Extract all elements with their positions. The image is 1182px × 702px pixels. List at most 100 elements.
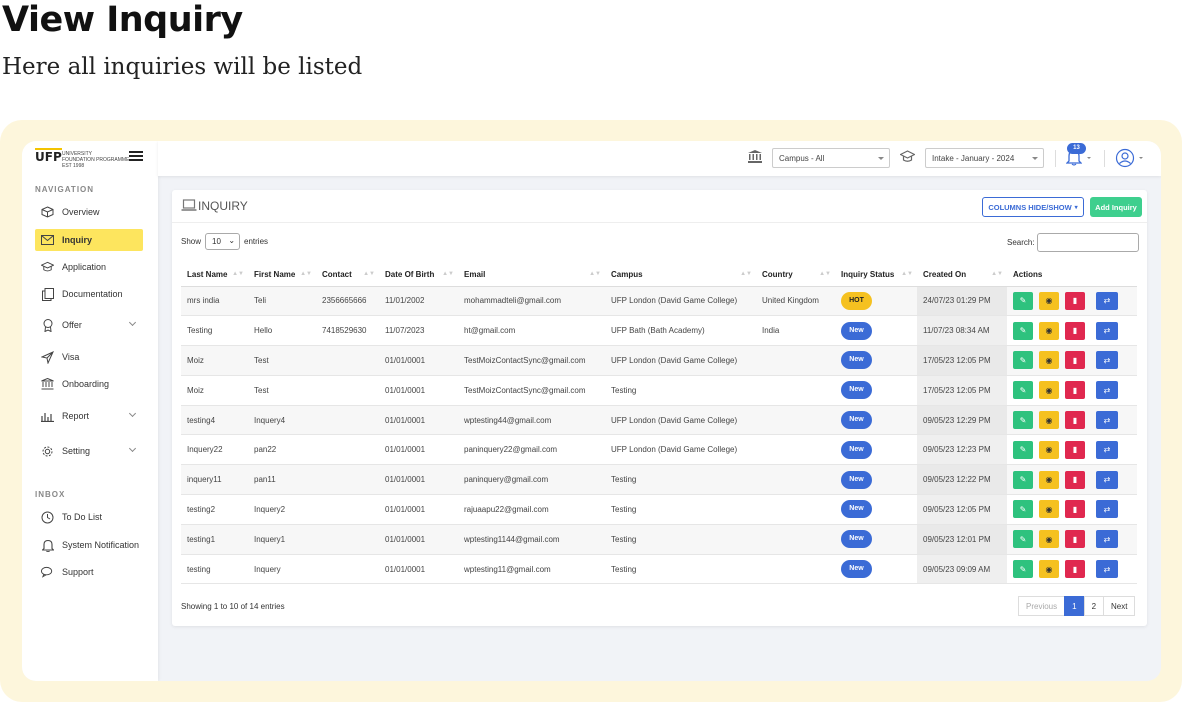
view-button[interactable]: ◉ xyxy=(1039,530,1059,549)
cell-created: 17/05/23 12:05 PM xyxy=(917,375,1007,406)
logo-mark: UFP xyxy=(35,148,62,164)
sidebar-item-label: Application xyxy=(62,262,107,272)
page-2-button[interactable]: 2 xyxy=(1083,596,1105,616)
edit-button[interactable]: ✎ xyxy=(1013,530,1033,549)
delete-button[interactable]: ▮ xyxy=(1065,470,1085,489)
transfer-button[interactable]: ⇄ xyxy=(1096,560,1118,579)
edit-button[interactable]: ✎ xyxy=(1013,500,1033,519)
transfer-button[interactable]: ⇄ xyxy=(1096,321,1118,340)
sidebar-item-label: Setting xyxy=(62,446,91,456)
cell-actions: ✎ ◉ ▮ ⇄ xyxy=(1007,345,1137,376)
sidebar-item-documentation[interactable]: Documentation xyxy=(35,283,143,305)
transfer-button[interactable]: ⇄ xyxy=(1096,351,1118,370)
sidebar-item-overview[interactable]: Overview xyxy=(35,201,143,223)
table-row: Inquery22 pan22 01/01/0001 paninquery22@gma… xyxy=(181,434,1137,466)
transfer-button[interactable]: ⇄ xyxy=(1096,381,1118,400)
cell-dob: 01/01/0001 xyxy=(379,345,458,376)
view-button[interactable]: ◉ xyxy=(1039,560,1059,579)
cell-dob: 01/01/0001 xyxy=(379,375,458,406)
transfer-button[interactable]: ⇄ xyxy=(1096,500,1118,519)
edit-button[interactable]: ✎ xyxy=(1013,351,1033,370)
edit-button[interactable]: ✎ xyxy=(1013,560,1033,579)
sidebar-item-application[interactable]: Application xyxy=(35,256,143,278)
edit-button[interactable]: ✎ xyxy=(1013,470,1033,489)
column-header[interactable]: Contact ▲▼ xyxy=(316,264,379,287)
delete-button[interactable]: ▮ xyxy=(1065,411,1085,430)
previous-page-button[interactable]: Previous xyxy=(1018,596,1066,616)
cell-dob: 01/01/0001 xyxy=(379,524,458,555)
table-row: Moiz Test 01/01/0001 TestMoizContactSync@gm… xyxy=(181,375,1137,406)
delete-button[interactable]: ▮ xyxy=(1065,291,1085,310)
delete-button[interactable]: ▮ xyxy=(1065,351,1085,370)
cell-email: wptesting44@gmail.com xyxy=(458,405,605,436)
cell-first: Inquery1 xyxy=(248,524,316,555)
delete-button[interactable]: ▮ xyxy=(1065,500,1085,519)
hamburger-menu-icon[interactable] xyxy=(129,151,143,161)
delete-button[interactable]: ▮ xyxy=(1065,440,1085,459)
ufp-logo[interactable]: UFP UNIVERSITY FOUNDATION PROGRAMME EST 19… xyxy=(35,148,130,169)
inbox-item-support[interactable]: Support xyxy=(35,561,143,583)
transfer-arrows-icon: ⇄ xyxy=(1103,445,1111,455)
sidebar-item-onboarding[interactable]: Onboarding xyxy=(35,373,143,395)
inbox-item-label: Support xyxy=(62,567,94,577)
campus-select[interactable]: Campus - All xyxy=(772,148,890,168)
cell-actions: ✎ ◉ ▮ ⇄ xyxy=(1007,375,1137,406)
edit-button[interactable]: ✎ xyxy=(1013,291,1033,310)
column-header[interactable]: Date Of Birth ▲▼ xyxy=(379,264,458,287)
transfer-button[interactable]: ⇄ xyxy=(1096,440,1118,459)
columns-hide-show-button[interactable]: COLUMNS HIDE/SHOW ▾ xyxy=(982,197,1084,217)
transfer-button[interactable]: ⇄ xyxy=(1096,411,1118,430)
edit-button[interactable]: ✎ xyxy=(1013,321,1033,340)
inbox-item-to-do-list[interactable]: To Do List xyxy=(35,506,143,528)
entries-length-control: Show 10 ⌄ entries xyxy=(181,233,268,250)
add-inquiry-button[interactable]: Add Inquiry xyxy=(1090,197,1142,217)
view-button[interactable]: ◉ xyxy=(1039,381,1059,400)
edit-button[interactable]: ✎ xyxy=(1013,381,1033,400)
view-button[interactable]: ◉ xyxy=(1039,351,1059,370)
view-button[interactable]: ◉ xyxy=(1039,470,1059,489)
delete-button[interactable]: ▮ xyxy=(1065,381,1085,400)
column-header[interactable]: Campus ▲▼ xyxy=(605,264,756,287)
chevron-down-icon xyxy=(128,444,137,453)
top-bar: Campus - All Intake - January - 2024 13 xyxy=(158,141,1161,176)
cell-email: mohammadteli@gmail.com xyxy=(458,286,605,317)
sidebar: UFP UNIVERSITY FOUNDATION PROGRAMME EST 19… xyxy=(22,141,158,681)
view-button[interactable]: ◉ xyxy=(1039,500,1059,519)
column-header[interactable]: Created On ▲▼ xyxy=(917,264,1007,287)
edit-button[interactable]: ✎ xyxy=(1013,411,1033,430)
cell-status: New xyxy=(835,315,917,347)
sidebar-item-inquiry[interactable]: Inquiry xyxy=(35,229,143,251)
cell-status: New xyxy=(835,434,917,466)
column-header[interactable]: First Name ▲▼ xyxy=(248,264,316,287)
view-button[interactable]: ◉ xyxy=(1039,291,1059,310)
column-header[interactable]: Last Name ▲▼ xyxy=(181,264,248,287)
user-avatar-icon[interactable] xyxy=(1115,148,1135,168)
cell-created: 09/05/23 12:23 PM xyxy=(917,434,1007,466)
cell-status: New xyxy=(835,405,917,436)
page-1-button[interactable]: 1 xyxy=(1064,596,1085,616)
sidebar-item-offer[interactable]: Offer xyxy=(35,314,143,336)
divider xyxy=(1104,150,1105,167)
column-header[interactable]: Inquiry Status ▲▼ xyxy=(835,264,917,287)
inbox-item-system-notification[interactable]: System Notification xyxy=(35,534,143,556)
delete-button[interactable]: ▮ xyxy=(1065,560,1085,579)
sidebar-item-report[interactable]: Report xyxy=(35,405,143,427)
column-header[interactable]: Email ▲▼ xyxy=(458,264,605,287)
view-button[interactable]: ◉ xyxy=(1039,440,1059,459)
search-input[interactable] xyxy=(1036,233,1139,252)
transfer-button[interactable]: ⇄ xyxy=(1096,530,1118,549)
eye-icon: ◉ xyxy=(1045,564,1053,574)
sidebar-item-visa[interactable]: Visa xyxy=(35,346,143,368)
view-button[interactable]: ◉ xyxy=(1039,321,1059,340)
delete-button[interactable]: ▮ xyxy=(1065,530,1085,549)
entries-select[interactable]: 10 ⌄ xyxy=(205,233,241,250)
next-page-button[interactable]: Next xyxy=(1103,596,1136,616)
delete-button[interactable]: ▮ xyxy=(1065,321,1085,340)
sidebar-item-setting[interactable]: Setting xyxy=(35,440,143,462)
view-button[interactable]: ◉ xyxy=(1039,411,1059,430)
edit-button[interactable]: ✎ xyxy=(1013,440,1033,459)
transfer-button[interactable]: ⇄ xyxy=(1096,470,1118,489)
intake-select[interactable]: Intake - January - 2024 xyxy=(925,148,1044,168)
transfer-button[interactable]: ⇄ xyxy=(1096,291,1118,310)
column-header[interactable]: Country ▲▼ xyxy=(756,264,835,287)
